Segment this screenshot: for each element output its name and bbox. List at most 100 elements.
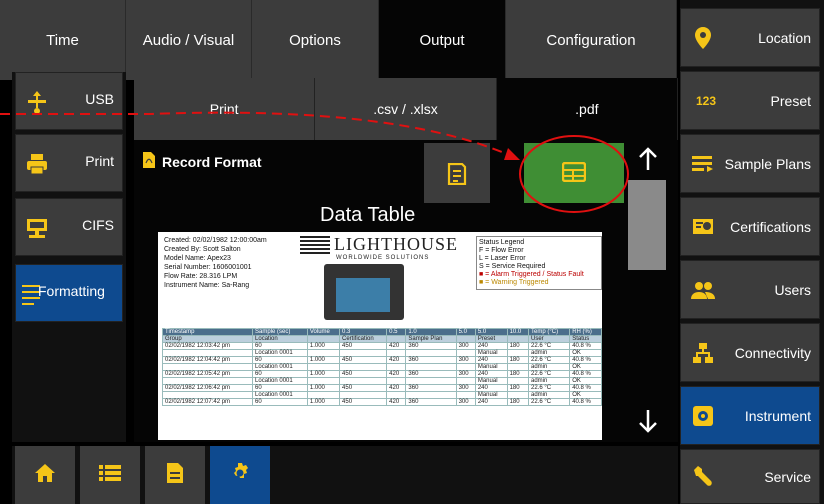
table-cell: 450 (339, 356, 388, 364)
report-button[interactable] (145, 446, 205, 504)
table-cell: 22.6 °C (527, 356, 571, 364)
table-cell: 240 (474, 384, 508, 392)
tab-output[interactable]: Output (379, 0, 506, 80)
table-cell: OK (569, 349, 602, 357)
table-cell (455, 377, 476, 385)
table-cell: 420 (386, 370, 407, 378)
table-cell (506, 377, 530, 385)
tab-time-label: Time (46, 31, 79, 49)
data-table-title: Data Table (320, 204, 416, 226)
record-format-panel: Record Format Data Table Created: 02/02/… (134, 140, 678, 442)
table-cell (506, 363, 530, 371)
tab-options[interactable]: Options (252, 0, 379, 80)
table-cell (306, 363, 341, 371)
menu-certifications-label: Certifications (730, 218, 811, 235)
menu-sample-plans-label: Sample Plans (724, 155, 811, 172)
top-tab-bar: Time Audio / Visual Options Output Confi… (0, 0, 677, 80)
preview-meta: Created: 02/02/1982 12:00:00am Created B… (164, 236, 267, 290)
table-cell: 240 (474, 398, 508, 406)
menu-instrument[interactable]: Instrument (680, 386, 820, 445)
meta-line: Instrument Name: Sa-Rang (164, 282, 250, 289)
device-image (324, 264, 404, 320)
table-row: Location 0001 Manual admin OK (161, 349, 602, 357)
tab-time[interactable]: Time (0, 0, 126, 80)
table-cell (455, 335, 476, 343)
table-cell (386, 377, 407, 385)
table-cell: Manual (474, 349, 508, 357)
table-cell: 40.8 % (569, 398, 602, 406)
subtab-csv-xlsx[interactable]: .csv / .xlsx (315, 78, 497, 140)
list-icon (99, 464, 121, 487)
meta-line: Created: 02/02/1982 12:00:00am (164, 237, 267, 244)
home-button[interactable] (15, 446, 75, 504)
menu-location-label: Location (758, 29, 811, 46)
record-format-heading: Record Format (142, 152, 262, 171)
table-row: 02/02/1982 12:05:42 pm 60 1.000 450 420 360 30… (161, 370, 602, 378)
scroll-down-button[interactable] (628, 406, 668, 440)
table-cell: admin (527, 363, 571, 371)
home-icon (34, 463, 56, 488)
left-output-menu: USB Print CIFS Formatting (12, 72, 126, 442)
menu-connectivity-label: Connectivity (734, 344, 811, 361)
left-item-print[interactable]: Print (15, 134, 123, 192)
table-cell (506, 391, 530, 399)
table-cell: Location 0001 (252, 349, 308, 357)
menu-location[interactable]: Location (680, 8, 820, 67)
table-cell (506, 335, 530, 343)
settings-button[interactable] (210, 446, 270, 504)
table-cell: 450 (339, 342, 388, 350)
table-cell: 420 (386, 398, 407, 406)
table-cell: 420 (386, 356, 407, 364)
table-cell (161, 363, 254, 371)
table-cell: 300 (455, 356, 476, 364)
wrench-icon (691, 465, 715, 489)
list-button[interactable] (80, 446, 140, 504)
table-cell (386, 349, 407, 357)
menu-certifications[interactable]: Certifications (680, 197, 820, 256)
table-row: Location 0001 Manual admin OK (161, 363, 602, 371)
tab-audio-visual[interactable]: Audio / Visual (126, 0, 252, 80)
table-cell: Group (161, 335, 254, 343)
menu-connectivity[interactable]: Connectivity (680, 323, 820, 382)
format-table-button[interactable] (524, 143, 624, 203)
table-cell: 450 (339, 398, 388, 406)
list-lines-icon (691, 152, 715, 176)
menu-users[interactable]: Users (680, 260, 820, 319)
table-row: Timestamp Sample (sec) Volume 0.3 0.5 1.0 5.0 5… (161, 328, 602, 336)
menu-sample-plans[interactable]: Sample Plans (680, 134, 820, 193)
subtab-pdf-label: .pdf (575, 101, 599, 117)
table-cell: 360 (405, 384, 457, 392)
table-cell: 180 (506, 398, 530, 406)
menu-users-label: Users (774, 281, 811, 298)
menu-service-label: Service (764, 468, 811, 485)
table-cell: 300 (455, 398, 476, 406)
menu-preset[interactable]: 123 Preset (680, 71, 820, 130)
table-cell: Sample (sec) (252, 328, 308, 336)
table-cell: Manual (474, 391, 508, 399)
table-cell: 60 (252, 370, 308, 378)
menu-service[interactable]: Service (680, 449, 820, 504)
table-cell: OK (569, 377, 602, 385)
table-row: 02/02/1982 12:06:42 pm 60 1.000 450 420 360 30… (161, 384, 602, 392)
legend-line: ■ = Alarm Triggered / Status Fault (479, 271, 584, 278)
table-grid-icon (561, 161, 587, 187)
left-item-cifs[interactable]: CIFS (15, 198, 123, 256)
left-item-usb[interactable]: USB (15, 72, 123, 130)
table-cell (306, 335, 341, 343)
table-cell: 02/02/1982 12:03:42 pm (161, 342, 254, 350)
table-cell: 300 (455, 342, 476, 350)
format-row-button[interactable] (424, 143, 490, 203)
table-cell: 1.000 (306, 370, 341, 378)
subtab-pdf[interactable]: .pdf (496, 78, 678, 140)
tab-configuration[interactable]: Configuration (506, 0, 677, 80)
menu-instrument-label: Instrument (744, 407, 811, 424)
left-item-cifs-label: CIFS (82, 217, 114, 233)
scrollbar-thumb[interactable] (628, 180, 666, 270)
scroll-up-button[interactable] (628, 144, 668, 178)
table-cell: 02/02/1982 12:07:42 pm (161, 398, 254, 406)
table-cell: 40.8 % (569, 384, 602, 392)
table-cell: RH (%) (569, 328, 602, 336)
table-cell: 22.6 °C (527, 370, 571, 378)
subtab-print[interactable]: Print (134, 78, 316, 140)
left-item-formatting[interactable]: Formatting (15, 264, 123, 322)
